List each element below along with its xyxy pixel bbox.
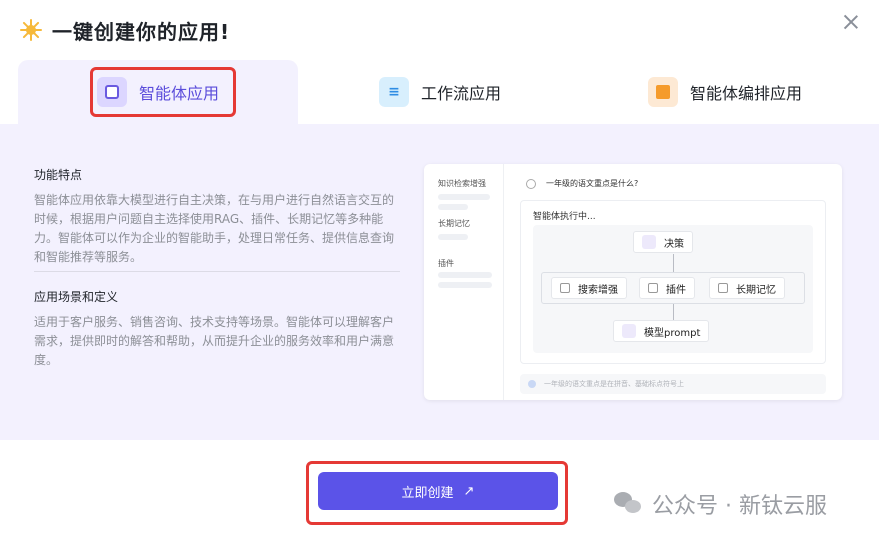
watermark: 公众号 · 新钛云服 [614, 488, 827, 520]
create-now-label: 立即创建 [401, 485, 454, 501]
tab-agent-app[interactable]: 智能体应用 [18, 60, 298, 124]
features-heading: 功能特点 [34, 168, 83, 182]
preview-sidebar: 知识检索增强 长期记忆 插件 [424, 164, 504, 400]
plugin-node-icon [648, 283, 658, 293]
scenarios-text: 适用于客户服务、销售咨询、技术支持等场景。智能体可以理解客户需求，提供即时的解答… [34, 315, 395, 367]
preview-side-label: 长期记忆 [438, 219, 470, 228]
node-plugin: 插件 [639, 277, 695, 299]
preview-question: 一年级的语文重点是什么? [526, 178, 638, 189]
create-now-button[interactable]: 立即创建 ↗ [318, 472, 558, 510]
features-section: 功能特点 智能体应用依靠大模型进行自主决策，在与用户进行自然语言交互的时候，根据… [34, 166, 400, 267]
section-divider [34, 271, 400, 272]
bot-icon [528, 380, 536, 388]
preview-side-label: 知识检索增强 [438, 179, 486, 188]
scenarios-section: 应用场景和定义 适用于客户服务、销售咨询、技术支持等场景。智能体可以理解客户需求… [34, 288, 400, 370]
node-search-label: 搜索增强 [578, 284, 618, 296]
features-text: 智能体应用依靠大模型进行自主决策，在与用户进行自然语言交互的时候，根据用户问题自… [34, 193, 395, 264]
workflow-app-icon: ≡ [378, 77, 409, 107]
watermark-text: 公众号 · 新钛云服 [652, 494, 827, 519]
node-decision-label: 决策 [664, 238, 684, 250]
node-decision: 决策 [633, 231, 693, 253]
tab-content-panel: 功能特点 智能体应用依靠大模型进行自主决策，在与用户进行自然语言交互的时候，根据… [0, 124, 879, 440]
user-icon [526, 178, 536, 189]
tab-workflow-app[interactable]: ≡ 工作流应用 [330, 60, 550, 124]
preview-running-text: 智能体执行中... [533, 212, 596, 222]
dialog-header: 一键创建你的应用! [20, 14, 230, 46]
node-search: 搜索增强 [551, 277, 627, 299]
preview-flow: 决策 搜索增强 插件 长期记忆 模型prompt [533, 225, 813, 353]
preview-answer-text: 一年级的语文重点是在拼音、基础标点符号上 [544, 380, 684, 388]
tab-workflow-app-label: 工作流应用 [420, 84, 501, 103]
preview-answer: 一年级的语文重点是在拼音、基础标点符号上 [520, 374, 826, 394]
app-type-tabs: 智能体应用 ≡ 工作流应用 智能体编排应用 [0, 60, 879, 124]
decision-icon [642, 235, 656, 249]
orchestration-app-icon [647, 77, 678, 107]
agent-app-icon [96, 77, 127, 107]
arrow-up-right-icon: ↗ [463, 483, 475, 499]
create-app-dialog: 一键创建你的应用! 智能体应用 ≡ 工作流应用 智能体编排应用 功能特点 智能体… [0, 0, 879, 539]
dialog-title: 一键创建你的应用! [52, 19, 231, 44]
tab-orchestration-app-label: 智能体编排应用 [689, 84, 802, 103]
scenarios-heading: 应用场景和定义 [34, 290, 119, 304]
close-icon[interactable] [841, 12, 861, 32]
tab-agent-app-label: 智能体应用 [138, 84, 219, 103]
agent-preview-image: 知识检索增强 长期记忆 插件 一年级的语文重点是什么? 智能体执行中... 决策 [424, 164, 842, 400]
node-model-label: 模型prompt [644, 327, 701, 339]
preview-question-text: 一年级的语文重点是什么? [546, 179, 639, 188]
node-plugin-label: 插件 [666, 284, 686, 296]
memory-node-icon [718, 283, 728, 293]
model-icon [622, 324, 636, 338]
wechat-icon [614, 492, 644, 516]
node-model-prompt: 模型prompt [613, 320, 710, 342]
search-node-icon [560, 283, 570, 293]
preview-execution-box: 智能体执行中... 决策 搜索增强 插件 长期记忆 模型prompt [520, 200, 826, 364]
sun-icon [20, 19, 42, 41]
node-memory-label: 长期记忆 [736, 284, 776, 296]
node-memory: 长期记忆 [709, 277, 785, 299]
tab-orchestration-app[interactable]: 智能体编排应用 [610, 60, 840, 124]
preview-side-label: 插件 [438, 259, 454, 268]
